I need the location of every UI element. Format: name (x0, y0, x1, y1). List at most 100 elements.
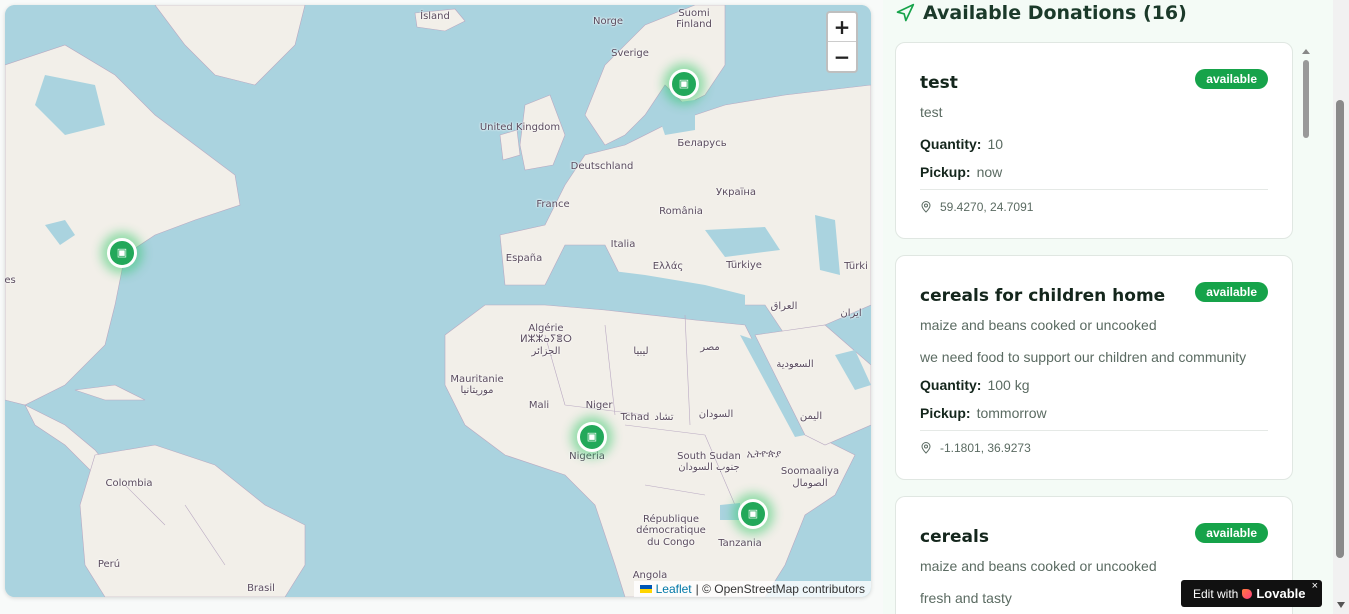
package-icon: ▣ (116, 246, 128, 259)
quantity-row: Quantity: 100 kg (920, 377, 1030, 393)
map-label: Mauritanie (450, 374, 504, 385)
map-label: Türkiye (726, 260, 762, 271)
map-label: الصومال (792, 478, 828, 489)
card-divider (920, 189, 1268, 190)
sidebar-header: Available Donations (16) (895, 2, 1187, 24)
map-label: جنوب السودان (678, 462, 740, 473)
quantity-value: 100 kg (987, 377, 1030, 393)
donation-title: cereals for children home (920, 286, 1166, 306)
scroll-up-icon[interactable] (1300, 45, 1312, 57)
map-label: Niger (585, 400, 613, 411)
location-row: 59.4270, 24.7091 (920, 200, 1033, 214)
pickup-value: tommorrow (976, 405, 1047, 421)
page-scrollbar[interactable] (1333, 0, 1349, 614)
map-label: ایران (840, 308, 862, 319)
map-label: Suomi (678, 8, 710, 19)
quantity-label: Quantity: (920, 136, 982, 152)
close-lovable-button[interactable]: × (1312, 580, 1318, 592)
map-label: السودان (698, 409, 734, 420)
pickup-row: Pickup: now (920, 164, 1002, 180)
donation-title: test (920, 73, 958, 93)
zoom-out-button[interactable]: − (828, 42, 856, 71)
map-label: Soomaaliya (780, 466, 840, 477)
quantity-label: Quantity: (920, 377, 982, 393)
list-scroll-thumb[interactable] (1303, 60, 1309, 138)
map-label: España (505, 253, 543, 264)
map-pin-icon (921, 442, 931, 454)
map-label: Deutschland (570, 161, 634, 172)
map-label: مصر (700, 342, 720, 353)
sidebar-title: Available Donations (16) (923, 2, 1187, 24)
package-icon: ▣ (586, 430, 598, 443)
map-pin-icon (921, 201, 931, 213)
app-root: Ísland Norge Suomi Finland Sverige Unite… (0, 0, 1349, 614)
card-divider (920, 430, 1268, 431)
donation-marker[interactable]: ▣ (669, 69, 699, 99)
map-label: République (642, 514, 700, 525)
map-label: es (5, 275, 16, 286)
donation-marker[interactable]: ▣ (738, 499, 768, 529)
map-label: Brasil (247, 583, 275, 594)
location-coords: 59.4270, 24.7091 (940, 200, 1034, 214)
map-label: Algérie (528, 323, 564, 334)
zoom-control: + − (826, 11, 858, 73)
map-label: démocratique (636, 525, 706, 536)
navigation-icon (896, 3, 915, 22)
lovable-heart-icon (1242, 588, 1253, 599)
map-label: ⵍⵣⵣⴰⵢⴻⵔ (520, 334, 572, 345)
page-scroll-thumb[interactable] (1336, 100, 1344, 558)
map-label: United Kingdom (479, 122, 561, 133)
donation-map[interactable]: Ísland Norge Suomi Finland Sverige Unite… (5, 5, 871, 597)
map-label: Sverige (611, 48, 649, 59)
osm-attribution-text: | © OpenStreetMap contributors (695, 582, 865, 596)
donation-description: maize and beans cooked or uncooked (920, 317, 1157, 333)
map-attribution: Leaflet | © OpenStreetMap contributors (633, 581, 871, 597)
pickup-row: Pickup: tommorrow (920, 405, 1047, 421)
map-label: Tanzania (718, 538, 762, 549)
zoom-in-button[interactable]: + (828, 13, 856, 42)
ukraine-flag-icon (639, 585, 652, 593)
location-coords: -1.1801, 36.9273 (940, 441, 1031, 455)
edit-with-lovable-button[interactable]: Edit with Lovable × (1181, 580, 1322, 607)
donation-marker[interactable]: ▣ (107, 238, 137, 268)
map-label: اليمن (799, 411, 823, 422)
map-label: Mali (528, 400, 550, 411)
pickup-label: Pickup: (920, 164, 971, 180)
status-badge: available (1195, 523, 1268, 543)
map-label: ليبيا (633, 346, 649, 357)
map-label: Angola (632, 570, 668, 581)
map-label: du Congo (647, 537, 695, 548)
donation-title: cereals (920, 527, 989, 547)
map-label: Norge (592, 16, 624, 27)
donations-sidebar: Available Donations (16) test available … (883, 0, 1349, 614)
map-label: România (659, 206, 703, 217)
donation-card[interactable]: cereals for children home available maiz… (895, 255, 1293, 480)
pickup-value: now (976, 164, 1003, 180)
donation-note: fresh and tasty (920, 590, 1012, 606)
donation-card[interactable]: test available test Quantity: 10 Pickup: n… (895, 42, 1293, 239)
edit-with-label: Edit with (1193, 586, 1239, 601)
map-label: السعودية (776, 359, 814, 370)
map-label: Tchad (620, 412, 650, 423)
donation-description: test (920, 104, 943, 120)
package-icon: ▣ (678, 77, 690, 90)
list-scrollbar[interactable] (1300, 44, 1312, 614)
status-badge: available (1195, 282, 1268, 302)
location-row: -1.1801, 36.9273 (920, 441, 1031, 455)
donation-description: maize and beans cooked or uncooked (920, 558, 1157, 574)
map-label: Finland (676, 19, 712, 30)
scroll-down-icon[interactable] (1336, 600, 1346, 610)
pickup-label: Pickup: (920, 405, 971, 421)
donation-marker[interactable]: ▣ (577, 422, 607, 452)
leaflet-link[interactable]: Leaflet (656, 582, 692, 596)
map-label: Türki (844, 261, 868, 272)
map-label: العراق (770, 301, 798, 312)
map-label: France (536, 199, 570, 210)
status-badge: available (1195, 69, 1268, 89)
map-label: تشاد (654, 412, 674, 423)
donation-note: we need food to support our children and… (920, 349, 1247, 365)
map-label: Colombia (105, 478, 153, 489)
map-label: South Sudan (677, 451, 741, 462)
map-label: ኢትዮጵያ (746, 449, 782, 460)
quantity-value: 10 (987, 136, 1004, 152)
